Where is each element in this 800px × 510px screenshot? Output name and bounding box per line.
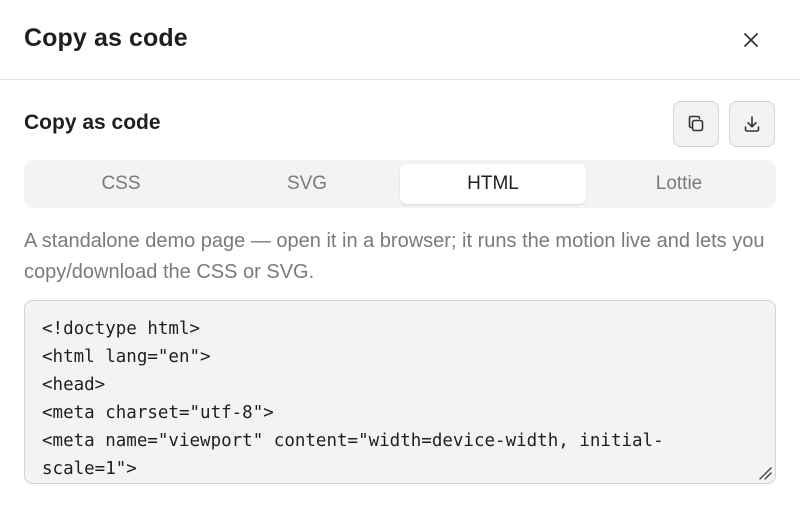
copy-button[interactable] [673, 101, 719, 147]
code-line: <!doctype html> [42, 319, 201, 339]
resize-handle-icon[interactable] [758, 466, 772, 480]
section-title: Copy as code [24, 111, 161, 134]
tab-css[interactable]: CSS [28, 164, 214, 204]
download-button[interactable] [729, 101, 775, 147]
dialog-header: Copy as code [0, 0, 800, 80]
close-button[interactable] [732, 21, 770, 59]
code-line: <head> [42, 375, 106, 395]
code-line: <meta name="viewport" content="width=dev… [42, 431, 664, 451]
copy-icon [688, 115, 704, 132]
code-textarea[interactable]: <!doctype html> <html lang="en"> <head> … [24, 300, 776, 484]
description-text: A standalone demo page — open it in a br… [24, 230, 765, 283]
code-line: <meta charset="utf-8"> [42, 403, 274, 423]
code-content: <!doctype html> <html lang="en"> <head> … [42, 315, 758, 483]
tab-svg[interactable]: SVG [214, 164, 400, 204]
dialog-title: Copy as code [24, 24, 188, 52]
tab-lottie[interactable]: Lottie [586, 164, 772, 204]
copy-as-code-dialog: Copy as code Copy as code CSS SVG HTML L… [0, 0, 800, 510]
format-tabs: CSS SVG HTML Lottie [24, 160, 776, 208]
code-line: <html lang="en"> [42, 347, 211, 367]
code-line: scale=1"> [42, 459, 137, 479]
close-icon [744, 33, 758, 47]
download-icon [744, 116, 760, 132]
tab-html[interactable]: HTML [400, 164, 586, 204]
